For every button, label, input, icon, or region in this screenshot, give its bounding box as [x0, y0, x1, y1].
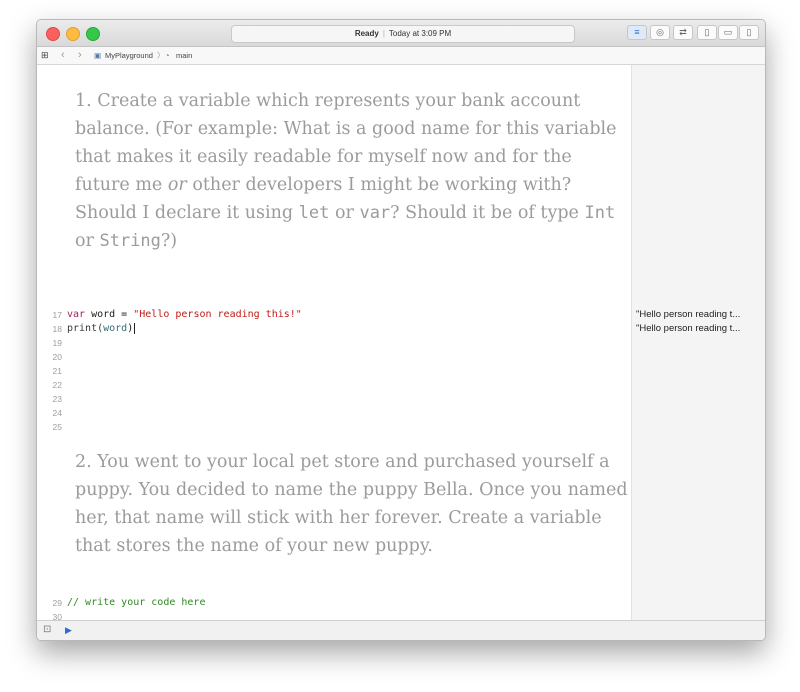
result-line-17[interactable]: "Hello person reading t... [636, 308, 764, 322]
debug-area-toggle-button[interactable]: ▭ [718, 25, 738, 40]
instruction-1-or-emphasis: or [167, 175, 187, 195]
version-editor-button[interactable]: ⇄ [673, 25, 693, 40]
line-number: 17 [52, 310, 62, 320]
result-line-18[interactable]: "Hello person reading t... [636, 322, 764, 336]
line-number: 18 [52, 324, 62, 334]
code-line-20[interactable]: 20 [37, 350, 631, 364]
comment-token[interactable]: // write your code here [67, 596, 205, 610]
function-token: print( [67, 323, 104, 334]
code-line-18[interactable]: 18 print(word) [37, 322, 631, 336]
zoom-window-button[interactable] [86, 27, 100, 41]
code-line-17[interactable]: 17 var word = "Hello person reading this… [37, 308, 631, 322]
standard-editor-button[interactable]: ≡ [627, 25, 647, 40]
code-line-24[interactable]: 24 [37, 406, 631, 420]
right-panel-icon: ▯ [746, 27, 752, 37]
bottom-panel-icon: ▭ [723, 27, 733, 37]
instruction-2: 2. You went to your local pet store and … [75, 452, 628, 556]
version-icon: ⇄ [679, 27, 687, 37]
instruction-1-int: Int [584, 203, 616, 223]
keyword-token: var [67, 309, 86, 320]
jump-bar: ⊞ ‹ › ▣ MyPlayground 〉 ◔ main [37, 47, 765, 65]
string-literal-token: "Hello person reading this!" [133, 309, 302, 320]
instruction-1-or3: or [75, 231, 94, 251]
breadcrumb-separator: 〉 [157, 51, 165, 60]
forward-chevron-icon[interactable]: › [78, 47, 82, 64]
paren-token: ) [127, 323, 134, 334]
activity-status-bar: Ready | Today at 3:09 PM [231, 25, 575, 43]
line-number: 20 [52, 352, 62, 362]
swift-page-icon: ◔ [165, 51, 170, 60]
code-line-21[interactable]: 21 [37, 364, 631, 378]
title-bar: Ready | Today at 3:09 PM ≡ ◎ ⇄ ▯ ▭ ▯ [37, 20, 765, 47]
back-chevron-icon[interactable]: ‹ [61, 47, 65, 64]
line-number: 25 [52, 422, 62, 432]
related-items-grid-icon[interactable]: ⊞ [41, 47, 49, 64]
instruction-1-let: let [298, 203, 330, 223]
breadcrumb-project[interactable]: MyPlayground [105, 47, 153, 64]
close-window-button[interactable] [46, 27, 60, 41]
code-line-19[interactable]: 19 [37, 336, 631, 350]
instruction-1: 1. Create a variable which represents yo… [75, 87, 631, 255]
line-number: 24 [52, 408, 62, 418]
variable-token: word [103, 323, 128, 334]
plain-token: word = [85, 309, 134, 320]
left-panel-icon: ▯ [704, 27, 710, 37]
line-number: 21 [52, 366, 62, 376]
code-line-22[interactable]: 22 [37, 378, 631, 392]
utilities-toggle-button[interactable]: ▯ [739, 25, 759, 40]
assistant-icon: ◎ [656, 27, 664, 37]
editor-icon: ≡ [634, 27, 640, 37]
source-editor[interactable]: 1. Create a variable which represents yo… [37, 65, 631, 636]
instruction-1-end: ?) [160, 231, 178, 251]
status-separator: | [382, 29, 385, 38]
code-line-25[interactable]: 25 [37, 420, 631, 434]
line-number: 19 [52, 338, 62, 348]
instruction-1-string: String [99, 231, 161, 251]
text-cursor [134, 322, 136, 334]
run-playground-icon[interactable]: ▶ [65, 625, 72, 636]
results-sidebar: "Hello person reading t... "Hello person… [631, 65, 765, 620]
debug-bar: ⊡ ▶ [37, 620, 765, 640]
instruction-1-question: ? Should it be of type [390, 203, 579, 223]
code-text[interactable]: var word = "Hello person reading this!" [67, 308, 302, 322]
status-time: Today at 3:09 PM [388, 29, 452, 38]
line-number: 22 [52, 380, 62, 390]
minimize-window-button[interactable] [66, 27, 80, 41]
console-toggle-icon[interactable]: ⊡ [43, 624, 51, 635]
breadcrumb-page[interactable]: main [176, 47, 192, 64]
code-line-23[interactable]: 23 [37, 392, 631, 406]
status-ready: Ready [354, 29, 379, 38]
assistant-editor-button[interactable]: ◎ [650, 25, 670, 40]
instruction-1-or2: or [334, 203, 354, 223]
code-text[interactable]: print(word) [67, 322, 136, 336]
playground-file-icon: ▣ [94, 51, 102, 60]
instruction-1-var: var [359, 203, 391, 223]
line-number: 23 [52, 394, 62, 404]
line-number: 29 [52, 598, 62, 608]
code-line-29[interactable]: 29 // write your code here [37, 596, 631, 610]
navigator-toggle-button[interactable]: ▯ [697, 25, 717, 40]
playground-window: Ready | Today at 3:09 PM ≡ ◎ ⇄ ▯ ▭ ▯ ⊞ ‹ ›… [36, 19, 766, 641]
